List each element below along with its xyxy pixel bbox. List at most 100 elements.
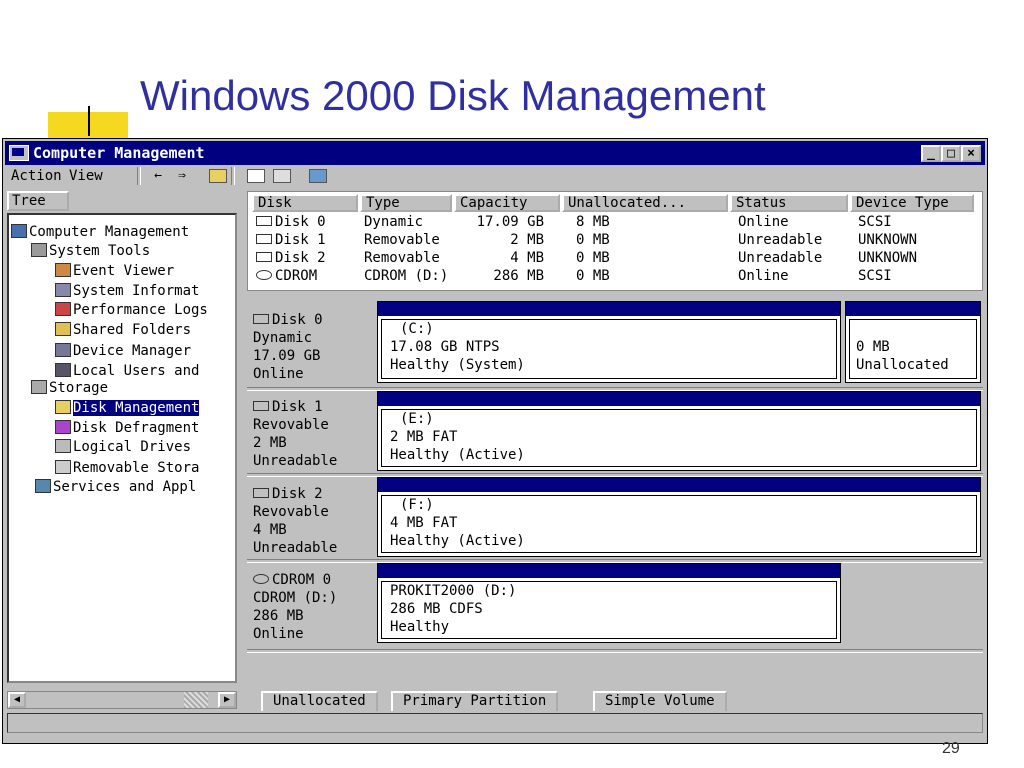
tree-item-event-viewer[interactable]: Event Viewer (55, 262, 174, 281)
scroll-right-arrow-icon[interactable]: ▶ (218, 692, 236, 708)
computer-management-icon (9, 145, 29, 161)
removable-storage-icon (55, 460, 71, 474)
tree-item-disk-defragmenter[interactable]: Disk Defragment (55, 419, 199, 438)
tree-item-storage[interactable]: Storage (31, 379, 108, 398)
volume-c[interactable]: (C:) 17.08 GB NTPS Healthy (System) (377, 301, 841, 383)
show-tree-icon[interactable] (247, 169, 265, 183)
slide-title: Windows 2000 Disk Management (140, 72, 766, 119)
disk-device-type: SCSI (858, 268, 892, 284)
computer-icon (11, 224, 27, 238)
tree-item-performance-logs[interactable]: Performance Logs (55, 301, 208, 320)
cdrom-icon (256, 270, 272, 280)
disk-2-label[interactable]: Disk 2 Revovable 4 MB Unreadable (253, 485, 337, 557)
storage-icon (31, 380, 47, 394)
back-button[interactable]: ← (147, 167, 169, 185)
disk-1-label[interactable]: Disk 1 Revovable 2 MB Unreadable (253, 398, 337, 470)
volume-unallocated[interactable]: 0 MB Unallocated (845, 301, 981, 383)
column-header-type[interactable]: Type (360, 194, 452, 212)
dynamic-disk-icon (256, 216, 272, 226)
disk-type: Dynamic (364, 214, 424, 230)
cdrom-icon (253, 574, 269, 584)
services-icon (35, 479, 51, 493)
disk-capacity: 2 MB (510, 232, 544, 248)
tree-item-logical-drives[interactable]: Logical Drives (55, 438, 191, 457)
legend-primary-partition: Primary Partition (391, 691, 559, 711)
tree-pane: Computer Management System Tools Event V… (7, 213, 237, 683)
disk-capacity: 4 MB (510, 250, 544, 266)
toolbar-separator (137, 167, 141, 185)
up-folder-icon[interactable] (209, 169, 227, 183)
tree-item-system-tools[interactable]: System Tools (31, 242, 150, 261)
logical-drives-icon (55, 439, 71, 453)
help-icon[interactable] (309, 169, 327, 183)
menu-view[interactable]: View (69, 168, 103, 184)
users-icon (55, 363, 71, 377)
removable-disk-icon (256, 234, 272, 244)
removable-disk-icon (253, 401, 269, 411)
disk-type: Removable (364, 232, 440, 248)
tree-item-computer-management[interactable]: Computer Management (11, 223, 189, 242)
toolbar-separator (231, 167, 235, 185)
legend-unallocated: Unallocated (261, 691, 378, 711)
disk-name: Disk 2 (275, 250, 326, 266)
decorative-line (88, 106, 90, 136)
disk-unallocated: 0 MB (576, 268, 610, 284)
disk-unallocated: 8 MB (576, 214, 610, 230)
system-info-icon (55, 283, 71, 297)
disk-name: Disk 0 (275, 214, 326, 230)
dynamic-disk-icon (253, 314, 269, 324)
page-number: 29 (942, 740, 960, 757)
close-button[interactable]: × (961, 145, 981, 162)
column-header-disk[interactable]: Disk (252, 194, 358, 212)
computer-management-window: Computer Management _ □ × Action View ← … (2, 138, 988, 744)
legend-simple-volume: Simple Volume (593, 691, 727, 711)
disk-device-type: SCSI (858, 214, 892, 230)
title-bar[interactable]: Computer Management _ □ × (5, 141, 985, 165)
disk-management-icon (55, 400, 71, 414)
tab-tree[interactable]: Tree (7, 191, 69, 211)
tree-horizontal-scrollbar[interactable]: ◀ ▶ (7, 691, 237, 709)
shared-folder-icon (55, 322, 71, 336)
disk-status: Online (738, 268, 789, 284)
scroll-thumb[interactable] (184, 692, 208, 708)
performance-icon (55, 302, 71, 316)
disk-list-pane: Disk Type Capacity Unallocated... Status… (247, 191, 983, 291)
disk-unallocated: 0 MB (576, 250, 610, 266)
volume-d[interactable]: PROKIT2000 (D:) 286 MB CDFS Healthy (377, 563, 841, 643)
defrag-icon (55, 420, 71, 434)
tree-item-disk-management[interactable]: Disk Management (55, 399, 200, 418)
disk-capacity: 286 MB (493, 268, 544, 284)
properties-icon[interactable] (273, 169, 291, 183)
graphical-view-pane: Disk 0 Dynamic 17.09 GB Online (C:) 17.0… (247, 295, 983, 683)
volume-e[interactable]: (E:) 2 MB FAT Healthy (Active) (377, 391, 981, 471)
tree-item-shared-folders[interactable]: Shared Folders (55, 321, 191, 340)
tree-item-removable-storage[interactable]: Removable Stora (55, 459, 199, 478)
removable-disk-icon (253, 488, 269, 498)
disk-name: CDROM (275, 268, 318, 284)
row-divider (247, 649, 983, 653)
minimize-button[interactable]: _ (921, 145, 941, 162)
removable-disk-icon (256, 252, 272, 262)
disk-unallocated: 0 MB (576, 232, 610, 248)
forward-button[interactable]: ⇒ (171, 167, 193, 185)
menu-action[interactable]: Action (11, 168, 62, 184)
disk-device-type: UNKNOWN (858, 232, 918, 248)
tools-icon (31, 243, 47, 257)
column-header-device-type[interactable]: Device Type (850, 194, 974, 212)
disk-0-label[interactable]: Disk 0 Dynamic 17.09 GB Online (253, 311, 323, 383)
disk-status: Unreadable (738, 232, 823, 248)
column-header-capacity[interactable]: Capacity (454, 194, 560, 212)
tree-item-system-information[interactable]: System Informat (55, 282, 199, 301)
tree-item-services-applications[interactable]: Services and Appl (35, 478, 196, 497)
disk-name: Disk 1 (275, 232, 326, 248)
scroll-left-arrow-icon[interactable]: ◀ (8, 692, 26, 708)
column-header-status[interactable]: Status (730, 194, 848, 212)
maximize-button[interactable]: □ (941, 145, 961, 162)
column-header-unallocated[interactable]: Unallocated... (562, 194, 728, 212)
cdrom-0-label[interactable]: CDROM 0 CDROM (D:) 286 MB Online (253, 571, 337, 643)
event-viewer-icon (55, 263, 71, 277)
tree-item-device-manager[interactable]: Device Manager (55, 342, 191, 361)
disk-status: Unreadable (738, 250, 823, 266)
disk-device-type: UNKNOWN (858, 250, 918, 266)
volume-f[interactable]: (F:) 4 MB FAT Healthy (Active) (377, 477, 981, 557)
